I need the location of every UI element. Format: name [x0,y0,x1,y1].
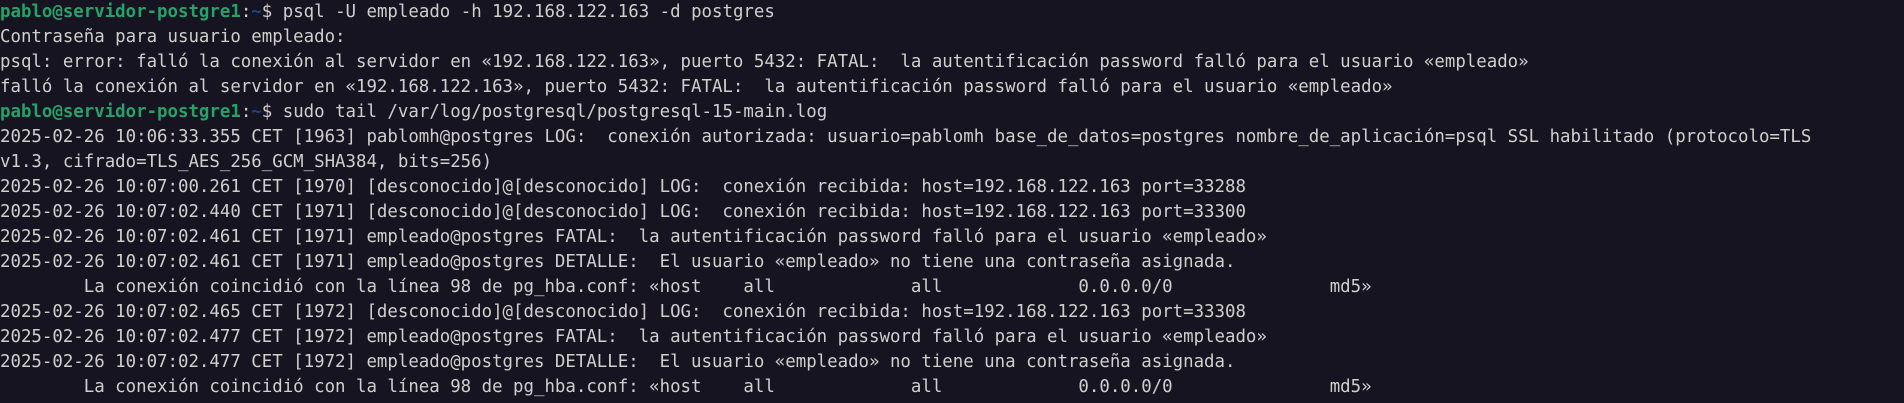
output-line: 2025-02-26 10:07:02.461 CET [1971] emple… [0,227,1267,247]
output-line: psql: error: falló la conexión al servid… [0,52,1529,72]
output-line: 2025-02-26 10:07:02.477 CET [1972] emple… [0,352,1236,372]
output-line: 2025-02-26 10:07:02.461 CET [1971] emple… [0,252,1236,272]
output-line: 2025-02-26 10:07:00.261 CET [1970] [desc… [0,177,1246,197]
prompt-line: pablo@servidor-postgre1:~$ psql -U emple… [0,0,1904,25]
prompt-path: ~ [251,2,262,22]
prompt-line: pablo@servidor-postgre1:~$ sudo tail /va… [0,100,1904,125]
output-line: 2025-02-26 10:07:02.465 CET [1972] [desc… [0,302,1246,322]
prompt-user: pablo@servidor-postgre1 [0,2,241,22]
command-text: sudo tail /var/log/postgresql/postgresql… [282,102,828,122]
terminal-window[interactable]: pablo@servidor-postgre1:~$ psql -U emple… [0,0,1904,403]
output-line: 2025-02-26 10:07:02.477 CET [1972] emple… [0,327,1267,347]
prompt-user: pablo@servidor-postgre1 [0,102,241,122]
prompt-path: ~ [251,102,262,122]
command-text: psql -U empleado -h 192.168.122.163 -d p… [282,2,775,22]
output-line: 2025-02-26 10:06:33.355 CET [1963] pablo… [0,127,1812,147]
output-line: v1.3, cifrado=TLS_AES_256_GCM_SHA384, bi… [0,152,493,172]
output-line: Contraseña para usuario empleado: [0,27,346,47]
output-line: La conexión coincidió con la línea 98 de… [0,277,1372,297]
prompt-symbol: $ [261,2,283,22]
prompt-separator: : [240,2,252,22]
output-line: falló la conexión al servidor en «192.16… [0,77,1393,97]
prompt-separator: : [240,102,252,122]
output-line: La conexión coincidió con la línea 98 de… [0,377,1372,397]
prompt-symbol: $ [261,102,283,122]
output-line: 2025-02-26 10:07:02.440 CET [1971] [desc… [0,202,1246,222]
